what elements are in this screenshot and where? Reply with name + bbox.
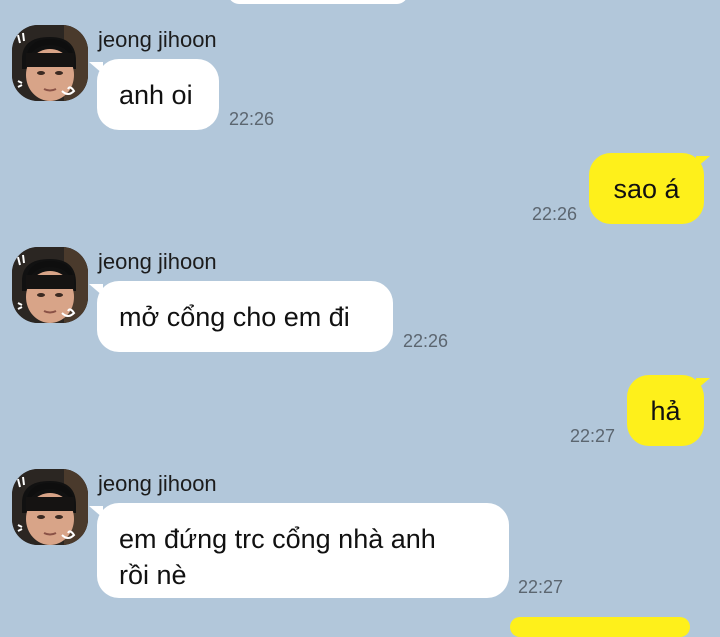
message-text: mở cổng cho em đi [119,302,350,332]
message-timestamp: 22:27 [570,426,616,446]
outgoing-message-bubble[interactable]: hả [627,375,704,446]
next-message-bubble-edge [510,617,690,637]
incoming-message-bubble[interactable]: mở cổng cho em đi [97,281,393,352]
outgoing-message-bubble[interactable]: sao á [589,153,704,224]
message-timestamp: 22:27 [518,577,564,597]
bubble-tail [696,156,710,168]
message-timestamp: 22:26 [403,331,449,351]
chat-area[interactable]: jeong jihoon anh oi 22:26 22:26 sao á je… [0,0,720,637]
sender-name: jeong jihoon [98,27,217,52]
previous-message-bubble-edge [228,0,408,4]
message-text: em đứng trc cổng nhà anh rồi nè [119,524,436,590]
sender-avatar[interactable] [12,25,88,101]
message-timestamp: 22:26 [229,109,275,129]
bubble-tail [696,378,710,390]
incoming-message-bubble[interactable]: em đứng trc cổng nhà anh rồi nè [97,503,509,598]
sender-name: jeong jihoon [98,471,217,496]
sender-avatar[interactable] [12,247,88,323]
incoming-message-bubble[interactable]: anh oi [97,59,219,130]
sender-avatar[interactable] [12,469,88,545]
message-text: hả [650,396,681,426]
message-timestamp: 22:26 [532,204,578,224]
sender-name: jeong jihoon [98,249,217,274]
message-text: sao á [613,174,680,204]
message-text: anh oi [119,80,193,110]
